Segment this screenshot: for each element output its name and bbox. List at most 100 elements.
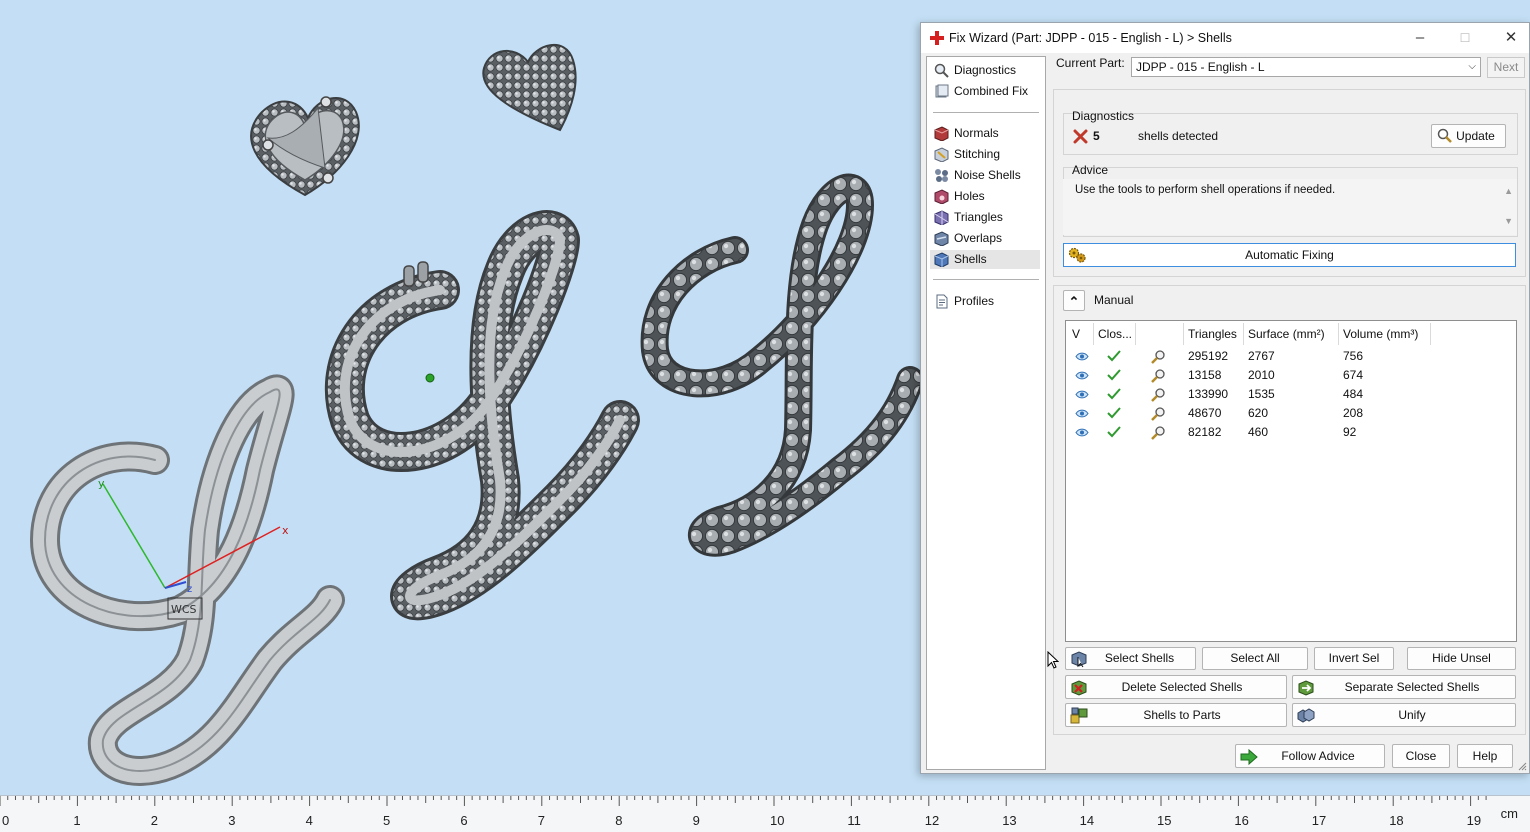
- nav-item-normals[interactable]: Normals: [930, 124, 1040, 143]
- ruler-label: 1: [73, 813, 80, 828]
- nav-item-shells[interactable]: Shells: [930, 250, 1040, 269]
- nav-item-diagnostics[interactable]: Diagnostics: [930, 61, 1040, 80]
- current-part-dropdown[interactable]: JDPP - 015 - English - L ⌵: [1131, 57, 1481, 77]
- separate-selected-shells-button[interactable]: Separate Selected Shells: [1292, 675, 1516, 699]
- help-label: Help: [1472, 749, 1498, 763]
- current-part-value: JDPP - 015 - English - L: [1136, 60, 1265, 74]
- select-shells-icon: [1071, 651, 1087, 668]
- stitching-icon: [934, 147, 949, 162]
- header-text: Volume (mm³): [1343, 327, 1419, 341]
- cell-volume: 756: [1343, 349, 1364, 363]
- advice-textbox[interactable]: Use the tools to perform shell operation…: [1063, 179, 1517, 235]
- zoom-to-shell-icon[interactable]: [1150, 406, 1166, 422]
- select-shells-label: Select Shells: [1104, 651, 1175, 665]
- zoom-to-shell-icon[interactable]: [1150, 387, 1166, 403]
- nav-item-stitching[interactable]: Stitching: [930, 145, 1040, 164]
- title-bar[interactable]: Fix Wizard (Part: JDPP - 015 - English -…: [921, 23, 1529, 53]
- close-window-button[interactable]: ✕: [1496, 27, 1526, 49]
- column-header-surface[interactable]: Surface (mm²): [1244, 323, 1339, 345]
- nav-label: Profiles: [954, 294, 995, 308]
- ruler-label: 17: [1312, 813, 1326, 828]
- nav-item-profiles[interactable]: Profiles: [930, 292, 1040, 311]
- ruler-label: 13: [1002, 813, 1016, 828]
- eye-icon[interactable]: [1075, 428, 1089, 437]
- zoom-to-shell-icon[interactable]: [1150, 368, 1166, 384]
- follow-advice-button[interactable]: Follow Advice: [1235, 744, 1385, 768]
- table-row[interactable]: 82182 460 92: [1066, 423, 1516, 442]
- column-header-tools[interactable]: [1136, 323, 1184, 345]
- ruler-label: 6: [460, 813, 467, 828]
- cell-surface: 2010: [1248, 368, 1275, 382]
- column-header-volume[interactable]: Volume (mm³): [1339, 323, 1431, 345]
- horizontal-ruler: 0 1 2 3 4 5 6 7 8 9 10 11 12 13 14 15 16 17 18 19 cm: [0, 795, 1530, 832]
- collapse-manual-button[interactable]: ⌃: [1063, 290, 1085, 311]
- eye-icon[interactable]: [1075, 409, 1089, 418]
- eye-icon[interactable]: [1075, 371, 1089, 380]
- maximize-button[interactable]: ☐: [1450, 27, 1480, 49]
- axis-y-label: y: [98, 477, 105, 490]
- help-button[interactable]: Help: [1457, 744, 1513, 768]
- nav-item-overlaps[interactable]: Overlaps: [930, 229, 1040, 248]
- fix-wizard-dialog: Fix Wizard (Part: JDPP - 015 - English -…: [920, 22, 1530, 774]
- eye-icon[interactable]: [1075, 352, 1089, 361]
- column-header-triangles[interactable]: Triangles: [1184, 323, 1244, 345]
- shells-to-parts-button[interactable]: Shells to Parts: [1065, 703, 1287, 727]
- letter-l-plain-shell: [30, 374, 345, 786]
- eye-icon[interactable]: [1075, 390, 1089, 399]
- gears-icon: [1068, 247, 1086, 263]
- cell-triangles: 13158: [1188, 368, 1222, 382]
- ruler-label: 2: [151, 813, 158, 828]
- wcs-label: WCS: [171, 603, 197, 616]
- update-button[interactable]: Update: [1431, 124, 1506, 148]
- automatic-fixing-button[interactable]: Automatic Fixing: [1063, 243, 1516, 267]
- nav-item-holes[interactable]: Holes: [930, 187, 1040, 206]
- update-label: Update: [1456, 129, 1495, 143]
- close-button[interactable]: Close: [1392, 744, 1450, 768]
- automatic-fixing-label: Automatic Fixing: [1245, 248, 1334, 262]
- checkmark-icon: [1107, 407, 1121, 419]
- ruler-label: 4: [306, 813, 313, 828]
- close-label: Close: [1405, 749, 1437, 763]
- zoom-to-shell-icon[interactable]: [1150, 425, 1166, 441]
- checkmark-icon: [1107, 350, 1121, 362]
- table-row[interactable]: 295192 2767 756: [1066, 347, 1516, 366]
- nav-divider: [933, 279, 1039, 280]
- resize-grip-icon[interactable]: [1517, 761, 1527, 771]
- nav-label: Shells: [954, 252, 987, 266]
- header-text: V: [1072, 327, 1081, 341]
- delete-selected-shells-button[interactable]: Delete Selected Shells: [1065, 675, 1287, 699]
- ruler-label: 19: [1467, 813, 1481, 828]
- nav-item-noise-shells[interactable]: Noise Shells: [930, 166, 1040, 185]
- invert-sel-button[interactable]: Invert Sel: [1314, 647, 1394, 670]
- wizard-nav-panel: Diagnostics Combined Fix Normals Stitchi…: [926, 56, 1046, 770]
- ruler-label: 9: [693, 813, 700, 828]
- shells-table[interactable]: V Clos... Triangles Surface (mm²) Volume…: [1065, 320, 1517, 642]
- table-row[interactable]: 48670 620 208: [1066, 404, 1516, 423]
- zoom-to-shell-icon[interactable]: [1150, 349, 1166, 365]
- column-header-visible[interactable]: V: [1068, 323, 1094, 345]
- nav-label: Stitching: [954, 147, 1001, 161]
- axis-x-label: x: [282, 524, 289, 537]
- ruler-label: 7: [538, 813, 545, 828]
- table-row[interactable]: 13158 2010 674: [1066, 366, 1516, 385]
- advice-title: Advice: [1072, 163, 1109, 177]
- nav-item-triangles[interactable]: Triangles: [930, 208, 1040, 227]
- triangles-icon: [934, 210, 949, 225]
- ruler-label: 12: [925, 813, 939, 828]
- select-shells-button[interactable]: Select Shells: [1065, 647, 1196, 670]
- hide-unsel-button[interactable]: Hide Unsel: [1407, 647, 1516, 670]
- separate-selected-label: Separate Selected Shells: [1344, 680, 1480, 694]
- minimize-button[interactable]: –: [1405, 27, 1435, 49]
- ruler-label: 15: [1157, 813, 1171, 828]
- nav-label: Diagnostics: [954, 63, 1017, 77]
- unify-button[interactable]: Unify: [1292, 703, 1516, 727]
- scroll-down-arrow[interactable]: ▼: [1504, 216, 1513, 226]
- scroll-up-arrow[interactable]: ▲: [1504, 186, 1513, 196]
- cell-volume: 674: [1343, 368, 1364, 382]
- cell-triangles: 133990: [1188, 387, 1229, 401]
- table-row[interactable]: 133990 1535 484: [1066, 385, 1516, 404]
- select-all-button[interactable]: Select All: [1202, 647, 1308, 670]
- next-button[interactable]: Next: [1487, 57, 1525, 78]
- nav-item-combined-fix[interactable]: Combined Fix: [930, 82, 1040, 101]
- column-header-closed[interactable]: Clos...: [1094, 323, 1136, 345]
